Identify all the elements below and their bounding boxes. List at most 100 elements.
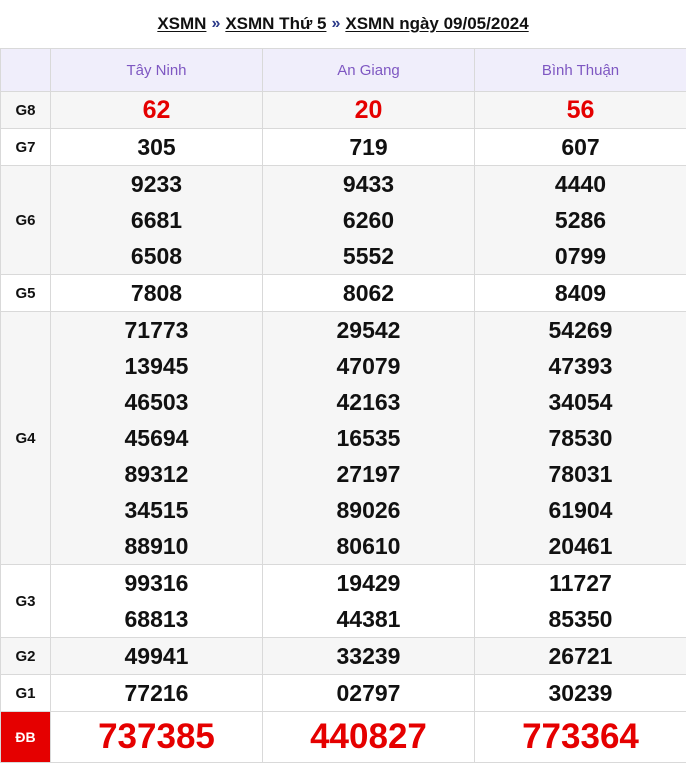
result-number: 47393 bbox=[548, 353, 613, 379]
prize-row-g3: G3 99316 68813 19429 44381 11727 85350 bbox=[0, 564, 686, 638]
result-number: 33239 bbox=[336, 643, 401, 669]
result-number-list: 9233 6681 6508 bbox=[51, 166, 262, 274]
result-cell: 8409 bbox=[474, 274, 686, 312]
province-header-row: Tây Ninh An Giang Bình Thuận bbox=[0, 48, 686, 92]
result-cell: 7808 bbox=[50, 274, 263, 312]
result-number: 62 bbox=[142, 96, 171, 124]
result-cell: 11727 85350 bbox=[474, 564, 686, 638]
result-cell: 99316 68813 bbox=[50, 564, 263, 638]
result-number: 8062 bbox=[342, 280, 395, 306]
jackpot-number: 440827 bbox=[310, 717, 427, 756]
result-number-list: 9433 6260 5552 bbox=[263, 166, 474, 274]
result-number: 20461 bbox=[548, 533, 613, 559]
result-number: 30239 bbox=[548, 680, 613, 706]
result-cell: 20 bbox=[262, 91, 475, 129]
breadcrumb: XSMN » XSMN Thứ 5 » XSMN ngày 09/05/2024 bbox=[0, 0, 686, 48]
result-number: 54269 bbox=[548, 317, 613, 343]
prize-label: G8 bbox=[0, 91, 51, 129]
breadcrumb-link-xsmn[interactable]: XSMN bbox=[157, 14, 206, 34]
result-number-list: 30239 bbox=[475, 675, 686, 711]
result-number: 4440 bbox=[554, 171, 607, 197]
result-number-list: 49941 bbox=[51, 638, 262, 674]
result-number-list: 440827 bbox=[263, 712, 474, 762]
result-number: 9233 bbox=[130, 171, 183, 197]
result-number: 45694 bbox=[124, 425, 189, 451]
result-cell: 77216 bbox=[50, 674, 263, 712]
result-number-list: 8409 bbox=[475, 275, 686, 311]
province-header-an-giang[interactable]: An Giang bbox=[262, 48, 475, 92]
result-cell: 607 bbox=[474, 128, 686, 166]
result-number-list: 719 bbox=[263, 129, 474, 165]
result-number-list: 26721 bbox=[475, 638, 686, 674]
result-number: 89312 bbox=[124, 461, 189, 487]
result-number: 5552 bbox=[342, 243, 395, 269]
jackpot-number: 773364 bbox=[522, 717, 639, 756]
prize-label: G4 bbox=[0, 311, 51, 565]
result-number: 19429 bbox=[336, 570, 401, 596]
result-number-list: 02797 bbox=[263, 675, 474, 711]
result-number-list: 62 bbox=[51, 92, 262, 128]
prize-label: G3 bbox=[0, 564, 51, 638]
prize-label: G5 bbox=[0, 274, 51, 312]
prize-row-g7: G7 305 719 607 bbox=[0, 128, 686, 166]
result-number: 34515 bbox=[124, 497, 189, 523]
result-number: 7808 bbox=[130, 280, 183, 306]
result-number: 29542 bbox=[336, 317, 401, 343]
prize-row-db: ĐB 737385 440827 773364 bbox=[0, 711, 686, 763]
result-number-list: 33239 bbox=[263, 638, 474, 674]
result-cell: 29542 47079 42163 16535 27197 89026 80610 bbox=[262, 311, 475, 565]
result-number: 16535 bbox=[336, 425, 401, 451]
breadcrumb-link-xsmn-date[interactable]: XSMN ngày 09/05/2024 bbox=[345, 14, 528, 34]
result-number-list: 56 bbox=[475, 92, 686, 128]
result-number-list: 4440 5286 0799 bbox=[475, 166, 686, 274]
result-cell: 26721 bbox=[474, 637, 686, 675]
prize-label: G2 bbox=[0, 637, 51, 675]
result-number: 34054 bbox=[548, 389, 613, 415]
prize-label: ĐB bbox=[0, 711, 51, 763]
result-number: 0799 bbox=[554, 243, 607, 269]
result-number: 6260 bbox=[342, 207, 395, 233]
result-number: 26721 bbox=[548, 643, 613, 669]
result-number: 20 bbox=[354, 96, 383, 124]
result-number: 11727 bbox=[549, 570, 612, 596]
result-number: 80610 bbox=[336, 533, 401, 559]
result-cell: 49941 bbox=[50, 637, 263, 675]
result-number: 56 bbox=[566, 96, 595, 124]
result-number: 44381 bbox=[336, 606, 401, 632]
result-number: 9433 bbox=[342, 171, 395, 197]
result-cell: 737385 bbox=[50, 711, 263, 763]
province-header-binh-thuan[interactable]: Bình Thuận bbox=[474, 48, 686, 92]
result-number: 78530 bbox=[548, 425, 613, 451]
result-cell: 8062 bbox=[262, 274, 475, 312]
result-number-list: 607 bbox=[475, 129, 686, 165]
result-cell: 71773 13945 46503 45694 89312 34515 88910 bbox=[50, 311, 263, 565]
result-number: 6508 bbox=[130, 243, 183, 269]
result-cell: 54269 47393 34054 78530 78031 61904 20461 bbox=[474, 311, 686, 565]
result-cell: 9433 6260 5552 bbox=[262, 165, 475, 275]
result-cell: 719 bbox=[262, 128, 475, 166]
result-number-list: 77216 bbox=[51, 675, 262, 711]
result-number: 89026 bbox=[336, 497, 401, 523]
result-number: 719 bbox=[349, 134, 388, 160]
prize-row-g8: G8 62 20 56 bbox=[0, 91, 686, 129]
result-number: 71773 bbox=[124, 317, 189, 343]
result-number: 88910 bbox=[124, 533, 189, 559]
result-number: 42163 bbox=[336, 389, 401, 415]
result-cell: 4440 5286 0799 bbox=[474, 165, 686, 275]
result-number: 13945 bbox=[124, 353, 189, 379]
breadcrumb-link-xsmn-thu-5[interactable]: XSMN Thứ 5 bbox=[225, 14, 326, 34]
province-header-tay-ninh[interactable]: Tây Ninh bbox=[50, 48, 263, 92]
result-number-list: 19429 44381 bbox=[263, 565, 474, 637]
result-number: 27197 bbox=[336, 461, 401, 487]
result-number-list: 8062 bbox=[263, 275, 474, 311]
results-body: G8 62 20 56 G7 305 719 607 G6 9233 6681 6508 9433 626… bbox=[0, 91, 686, 763]
lottery-results-table: Tây Ninh An Giang Bình Thuận G8 62 20 56 G7 3… bbox=[0, 48, 686, 763]
result-number: 78031 bbox=[548, 461, 613, 487]
breadcrumb-separator: » bbox=[331, 15, 341, 32]
prize-row-g4: G4 71773 13945 46503 45694 89312 34515 88910 295… bbox=[0, 311, 686, 565]
prize-row-g2: G2 49941 33239 26721 bbox=[0, 637, 686, 675]
breadcrumb-separator: » bbox=[211, 15, 221, 32]
result-number: 5286 bbox=[554, 207, 607, 233]
result-number-list: 773364 bbox=[475, 712, 686, 762]
result-number: 8409 bbox=[554, 280, 607, 306]
